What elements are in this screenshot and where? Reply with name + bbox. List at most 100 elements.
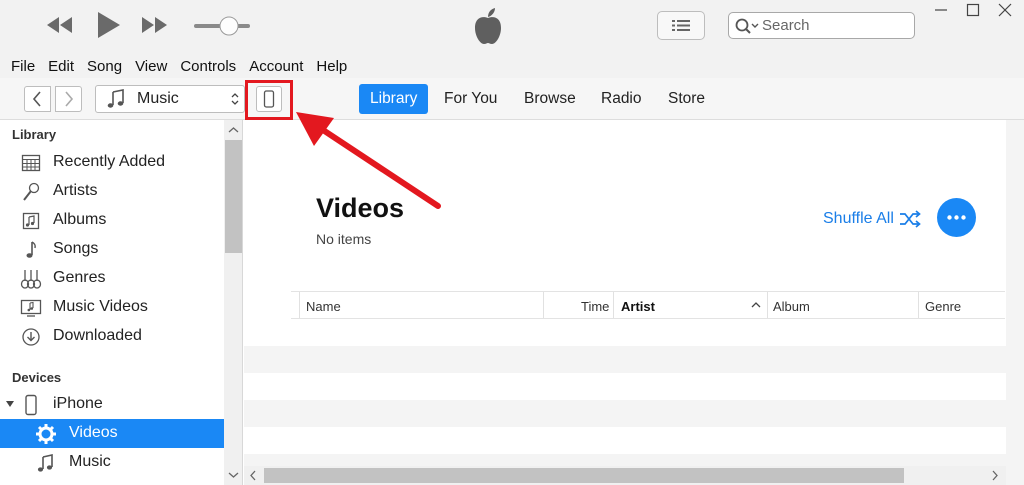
album-icon (20, 210, 42, 232)
column-divider[interactable] (543, 292, 544, 318)
chevron-left-icon (32, 91, 41, 107)
up-next-button[interactable] (657, 11, 705, 40)
volume-slider[interactable] (192, 15, 252, 41)
guitars-icon (20, 268, 42, 290)
more-options-button[interactable] (937, 198, 976, 237)
column-header-genre[interactable]: Genre (925, 299, 961, 314)
table-row (244, 400, 1006, 427)
shuffle-all-label: Shuffle All (823, 210, 894, 227)
maximize-button[interactable] (958, 0, 988, 22)
disclosure-triangle-icon[interactable] (5, 399, 15, 409)
tab-browse[interactable]: Browse (513, 84, 587, 114)
menu-account[interactable]: Account (249, 58, 303, 75)
menu-controls[interactable]: Controls (180, 58, 236, 75)
menu-song[interactable]: Song (87, 58, 122, 75)
horizontal-scroll-thumb[interactable] (264, 468, 904, 483)
sidebar-item-songs[interactable]: Songs (0, 235, 224, 264)
shuffle-icon (899, 210, 921, 228)
sidebar-scrollbar[interactable] (224, 120, 243, 485)
table-row (244, 319, 1006, 346)
play-icon[interactable] (95, 10, 121, 44)
microphone-icon (20, 181, 42, 203)
back-button[interactable] (24, 86, 51, 112)
main-scrollbar[interactable] (1006, 120, 1024, 485)
devices-heading: Devices (12, 370, 62, 385)
menu-edit[interactable]: Edit (48, 58, 74, 75)
chevron-right-icon (65, 91, 74, 107)
updown-chevron-icon (231, 93, 239, 105)
iphone-icon (20, 394, 42, 416)
sidebar-item-music-videos[interactable]: Music Videos (0, 293, 224, 322)
download-circle-icon (20, 326, 42, 348)
media-type-label: Music (137, 90, 179, 107)
search-icon (735, 18, 759, 34)
column-divider[interactable] (918, 292, 919, 318)
sidebar-item-label: Music (69, 453, 111, 470)
table-row (244, 427, 1006, 454)
music-video-icon (20, 297, 42, 319)
list-icon (672, 20, 690, 31)
library-heading: Library (12, 127, 57, 142)
search-placeholder: Search (762, 17, 810, 34)
menu-help[interactable]: Help (316, 58, 347, 75)
sidebar-item-genres[interactable]: Genres (0, 264, 224, 293)
sidebar-item-label: Genres (53, 269, 106, 286)
media-type-select[interactable]: Music (95, 85, 245, 113)
forward-button[interactable] (55, 86, 82, 112)
fast-forward-icon[interactable] (140, 14, 170, 40)
minimize-button[interactable] (926, 0, 956, 22)
ellipsis-icon (947, 215, 966, 220)
music-note-icon (107, 89, 124, 108)
column-header-time[interactable]: Time (581, 299, 609, 314)
sidebar-item-label: Recently Added (53, 153, 166, 170)
sidebar-item-artists[interactable]: Artists (0, 177, 224, 206)
sidebar-item-albums[interactable]: Albums (0, 206, 224, 235)
rewind-icon[interactable] (45, 14, 75, 40)
sidebar-item-label: Videos (69, 424, 118, 441)
annotation-arrow (296, 112, 441, 209)
column-divider[interactable] (299, 292, 300, 318)
sidebar-item-label: Albums (53, 211, 107, 228)
sidebar-scroll-thumb[interactable] (225, 140, 242, 253)
gear-icon (35, 423, 57, 445)
table-row (244, 373, 1006, 400)
table-header: Name Time Artist Album Genre (291, 291, 1005, 319)
table-row (244, 346, 1006, 373)
column-header-artist[interactable]: Artist (621, 299, 655, 314)
scroll-down-icon[interactable] (224, 468, 243, 482)
sidebar-item-label: Downloaded (53, 327, 142, 344)
sidebar-item-downloaded[interactable]: Downloaded (0, 322, 224, 351)
annotation-highlight-box (245, 80, 293, 120)
menu-bar: File Edit Song View Controls Account Hel… (0, 54, 1024, 78)
tab-radio[interactable]: Radio (590, 84, 653, 114)
close-button[interactable] (990, 0, 1020, 22)
music-note-icon (35, 452, 57, 474)
sidebar-item-label: iPhone (53, 395, 103, 412)
column-divider[interactable] (613, 292, 614, 318)
grid-calendar-icon (20, 152, 42, 174)
column-header-album[interactable]: Album (773, 299, 810, 314)
sidebar-item-iphone[interactable]: iPhone (0, 390, 224, 419)
table-row (244, 454, 1006, 466)
sidebar-item-label: Artists (53, 182, 98, 199)
column-header-name[interactable]: Name (306, 299, 341, 314)
sidebar: Library Recently Added Artists Albums So… (0, 120, 243, 485)
column-divider[interactable] (767, 292, 768, 318)
page-subtitle: No items (316, 231, 372, 247)
scroll-right-icon[interactable] (988, 466, 1002, 485)
scroll-up-icon[interactable] (224, 123, 243, 137)
sidebar-item-recently-added[interactable]: Recently Added (0, 148, 224, 177)
sidebar-item-label: Songs (53, 240, 99, 257)
title-bar: Search (0, 0, 1024, 54)
menu-file[interactable]: File (11, 58, 35, 75)
search-input[interactable]: Search (728, 12, 915, 39)
sidebar-item-device-music[interactable]: Music (0, 448, 224, 477)
sidebar-item-device-videos[interactable]: Videos (0, 419, 224, 448)
horizontal-scrollbar[interactable] (244, 466, 1006, 485)
music-note-icon (20, 239, 42, 261)
menu-view[interactable]: View (135, 58, 167, 75)
tab-store[interactable]: Store (657, 84, 716, 114)
scroll-left-icon[interactable] (246, 466, 260, 485)
shuffle-all-button[interactable]: Shuffle All (823, 209, 924, 229)
apple-logo-icon (471, 6, 505, 50)
